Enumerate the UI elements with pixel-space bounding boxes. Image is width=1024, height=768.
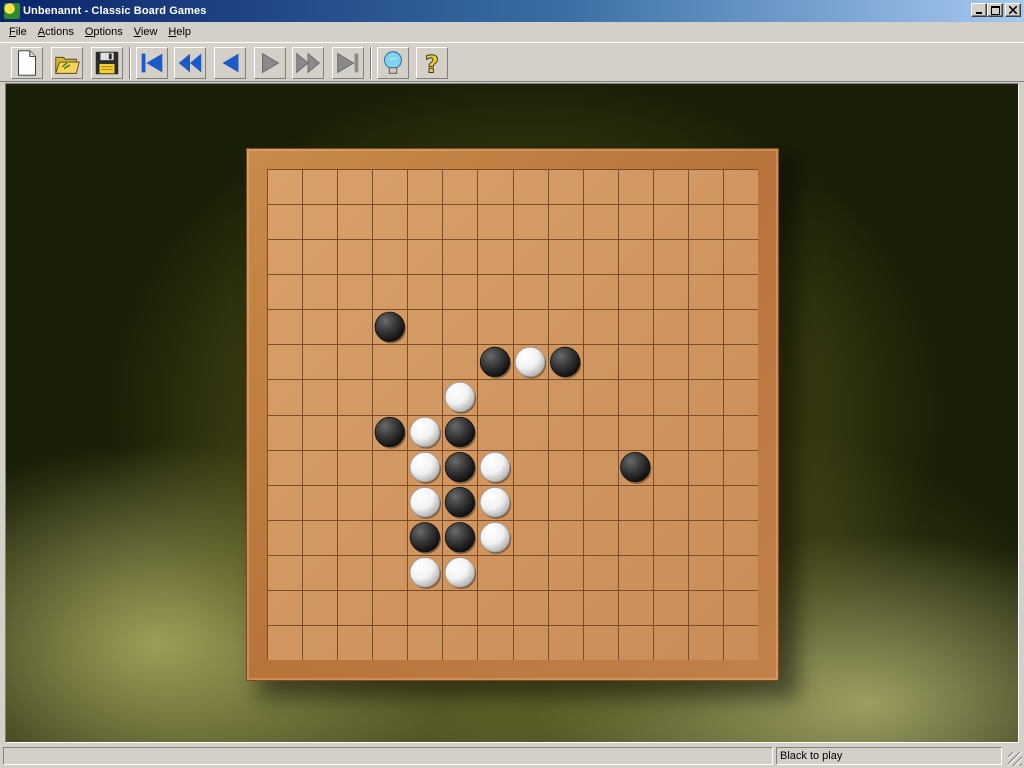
board-surface (267, 169, 758, 660)
black-stone (444, 416, 476, 448)
fast-back-button[interactable] (174, 47, 206, 79)
fast-forward-button[interactable] (292, 47, 324, 79)
open-button[interactable] (51, 47, 83, 79)
last-move-button[interactable] (332, 47, 364, 79)
board-grid[interactable] (267, 169, 758, 660)
menu-mnemonic: F (9, 26, 16, 38)
white-stone (514, 346, 546, 378)
app-window: Unbenannt - Classic Board Games File Acti… (0, 0, 1024, 768)
black-stone (374, 311, 405, 342)
toolbar-separator (129, 47, 131, 79)
fast-backward-icon (178, 53, 202, 73)
black-stone (479, 346, 511, 378)
white-stone (409, 416, 440, 448)
toolbar: ? (0, 42, 1024, 82)
menu-label-rest: iew (140, 26, 158, 38)
help-button[interactable]: ? (416, 47, 448, 79)
white-stone (409, 451, 440, 483)
game-board[interactable] (246, 148, 779, 681)
app-icon[interactable] (4, 3, 20, 19)
status-panel-main (3, 747, 773, 765)
menu-mnemonic: A (37, 26, 46, 38)
white-stone (444, 381, 476, 413)
black-stone (444, 487, 476, 518)
close-button[interactable] (1005, 3, 1021, 17)
toolbar-separator (370, 47, 372, 79)
minimize-button[interactable] (971, 3, 987, 17)
skip-to-start-icon (141, 53, 163, 73)
close-icon (1009, 6, 1017, 14)
first-move-button[interactable] (136, 47, 168, 79)
menu-label-rest: elp (176, 26, 192, 38)
question-mark-icon: ? (424, 49, 439, 78)
menu-label-rest: ptions (93, 26, 123, 38)
white-stone (479, 487, 511, 518)
menu-file[interactable]: File (4, 26, 33, 38)
step-backward-icon (222, 53, 239, 73)
white-stone (479, 522, 511, 553)
floppy-disk-icon (95, 51, 119, 75)
black-stone (374, 416, 405, 448)
menu-mnemonic: V (133, 26, 141, 38)
new-game-button[interactable] (11, 47, 43, 79)
status-bar: Black to play (0, 745, 1024, 768)
window-controls (971, 3, 1021, 17)
menu-label-rest: ile (15, 26, 27, 38)
menu-options[interactable]: Options (80, 26, 129, 38)
minimize-icon (976, 12, 982, 14)
back-button[interactable] (214, 47, 246, 79)
white-stone (409, 557, 440, 588)
fast-forward-icon (296, 52, 320, 74)
window-title: Unbenannt - Classic Board Games (23, 5, 207, 17)
black-stone (620, 451, 651, 483)
black-stone (444, 522, 476, 553)
step-forward-icon (262, 52, 280, 74)
lightbulb-icon (384, 51, 402, 74)
hint-button[interactable] (377, 47, 409, 79)
white-stone (479, 451, 511, 483)
open-folder-icon (55, 56, 80, 74)
menu-actions[interactable]: Actions (33, 26, 80, 38)
skip-to-end-icon (337, 52, 359, 74)
maximize-icon (990, 5, 1000, 15)
menu-help[interactable]: Help (163, 26, 197, 38)
menu-bar: File Actions Options View Help (0, 22, 1024, 42)
new-document-icon (18, 50, 36, 76)
white-stone (444, 557, 476, 588)
white-stone (409, 487, 440, 518)
forward-button[interactable] (254, 47, 286, 79)
menu-view[interactable]: View (129, 26, 164, 38)
status-message: Black to play (776, 747, 1002, 765)
black-stone (549, 346, 581, 378)
menu-label-rest: ctions (45, 26, 74, 38)
svg-text:?: ? (425, 49, 439, 78)
black-stone (409, 522, 440, 553)
game-area (5, 83, 1019, 743)
save-button[interactable] (91, 47, 123, 79)
maximize-button[interactable] (987, 3, 1003, 17)
resize-grip-icon[interactable] (1008, 752, 1022, 766)
title-bar[interactable]: Unbenannt - Classic Board Games (0, 0, 1024, 22)
black-stone (444, 451, 476, 483)
